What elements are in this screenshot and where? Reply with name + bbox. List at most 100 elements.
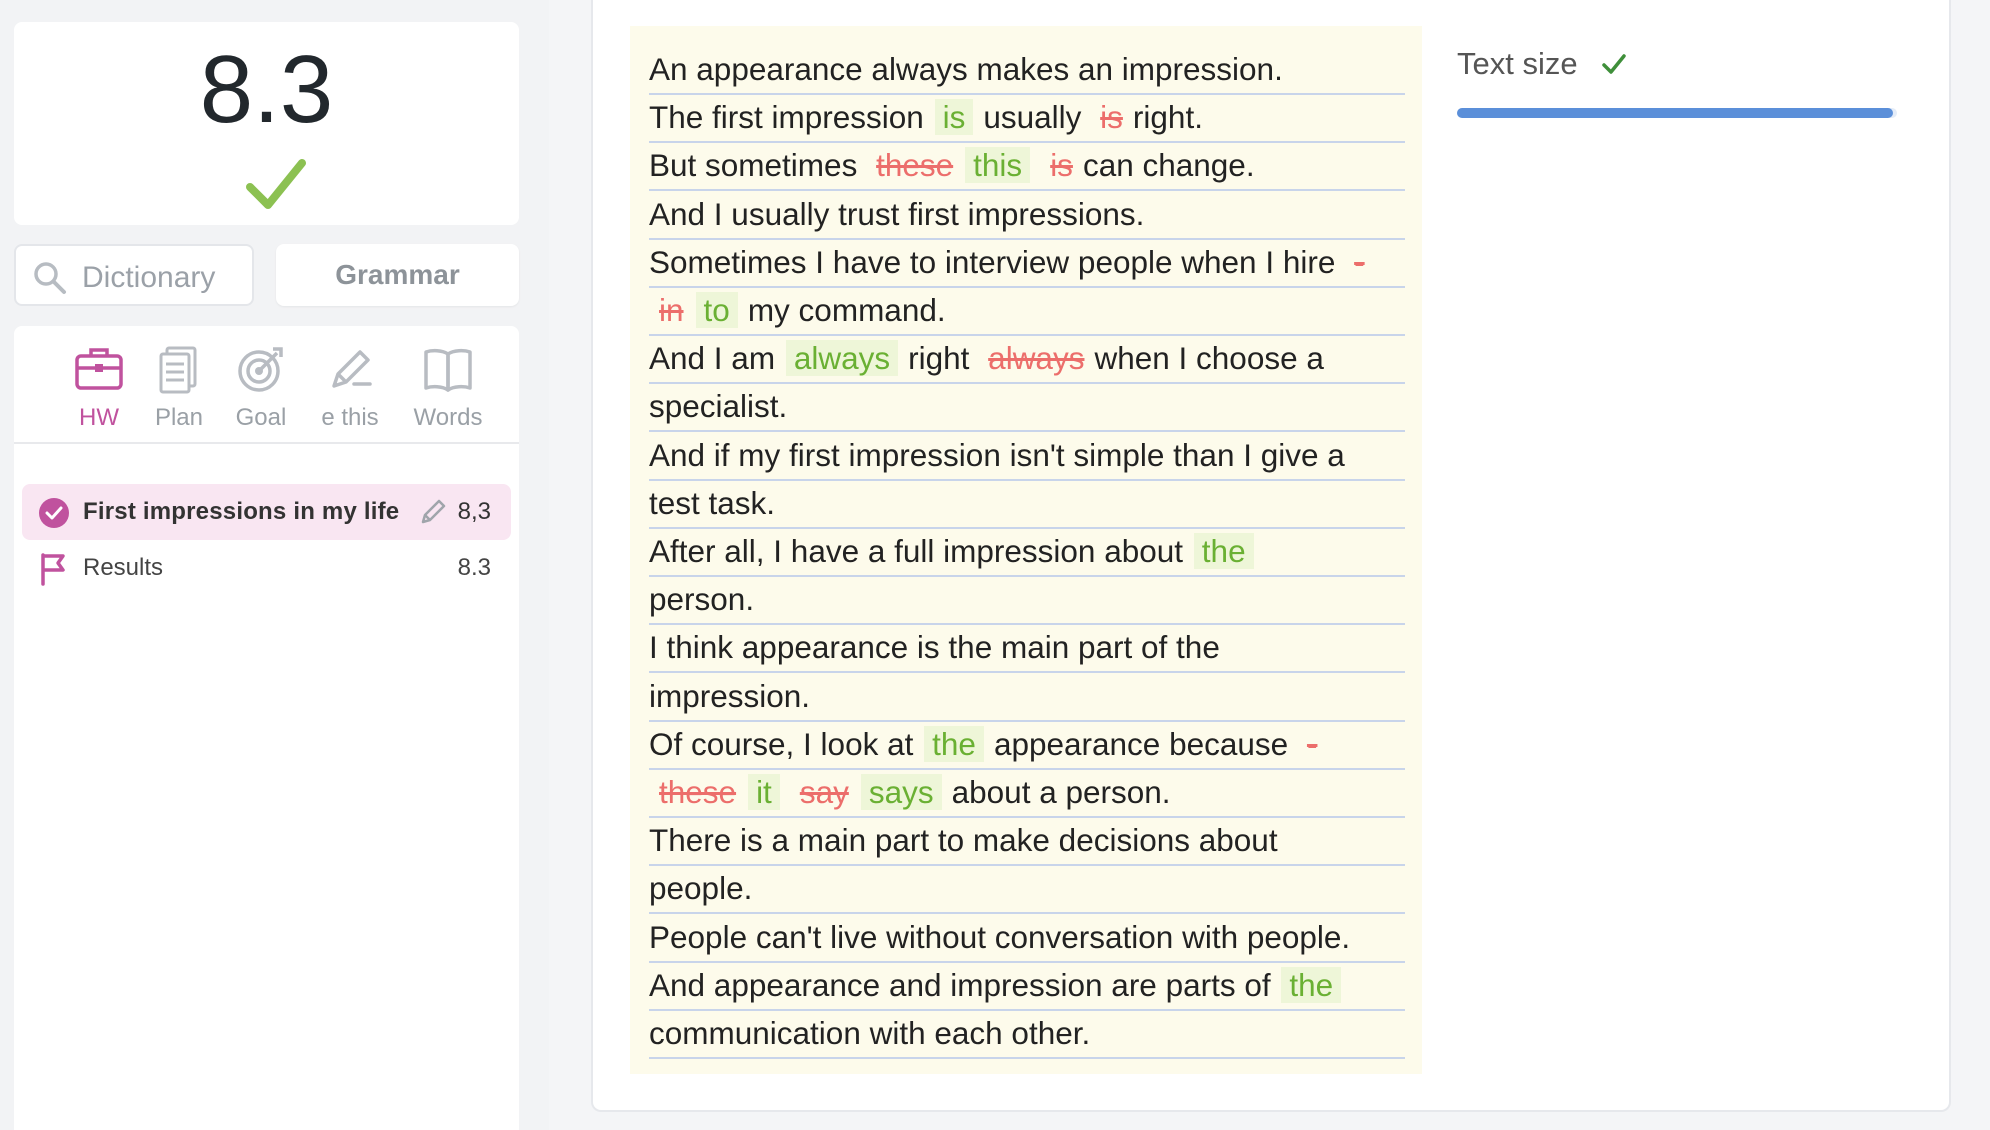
- essay-line: Of course, I look at the appearance becau…: [649, 721, 1405, 770]
- essay-text: People can't live without conversation w…: [649, 918, 1351, 955]
- pencil-icon: [332, 350, 372, 388]
- tab-hw[interactable]: HW: [53, 344, 145, 432]
- text-size-label: Text size: [1457, 46, 1578, 81]
- corrected-essay: An appearance always makes an impression…: [630, 26, 1422, 1074]
- briefcase-icon: [75, 348, 123, 390]
- book-icon: [424, 348, 472, 392]
- essay-text: communication with each other.: [649, 1015, 1091, 1051]
- correction-delete: in: [659, 292, 684, 328]
- document-icon: [159, 346, 197, 394]
- essay-text: impression.: [649, 677, 811, 714]
- essay-line: people.: [649, 865, 1405, 915]
- essay-line: An appearance always makes an impression…: [649, 46, 1405, 95]
- results-label: Results: [83, 554, 164, 581]
- tab-write[interactable]: e this: [304, 344, 396, 432]
- correction-delete: always: [988, 340, 1085, 377]
- essay-line: in to my command.: [649, 287, 1405, 336]
- essay-line: There is a main part to make decisions a…: [649, 817, 1405, 867]
- essay-line: And appearance and impression are parts …: [649, 962, 1405, 1011]
- correction-delete: these: [876, 147, 954, 184]
- text-size-slider[interactable]: [1457, 108, 1897, 118]
- lesson-title: First impressions in my life: [83, 498, 400, 525]
- essay-text: And appearance and impression are parts …: [649, 966, 1271, 1003]
- correction-insert: says: [860, 774, 942, 810]
- essay-text: test task.: [649, 484, 776, 521]
- lesson-score: 8,3: [457, 498, 491, 525]
- dictionary-label: Dictionary: [82, 261, 216, 294]
- correction-delete: -: [1306, 725, 1318, 762]
- correction-insert: the: [1281, 966, 1342, 1003]
- panel-tabs: HW Plan Goal e this Words: [14, 326, 519, 444]
- essay-text: right.: [1132, 99, 1203, 136]
- tab-goal-label: Goal: [235, 404, 287, 431]
- essay-text: my command.: [747, 292, 946, 328]
- tab-goal[interactable]: Goal: [215, 344, 307, 432]
- essay-line: After all, I have a full impression abou…: [649, 528, 1405, 577]
- correction-insert: the: [1193, 533, 1254, 569]
- correction-delete: these: [659, 774, 737, 810]
- essay-text: appearance because: [993, 725, 1289, 762]
- left-column: 8.3 Dictionary Grammar HW Plan Goal e th…: [0, 0, 549, 1130]
- tab-plan-label: Plan: [154, 404, 204, 431]
- correction-delete: -: [1354, 243, 1365, 280]
- search-icon: [34, 262, 66, 294]
- essay-text: An appearance always makes an impression…: [649, 51, 1283, 87]
- tab-hw-label: HW: [79, 404, 119, 431]
- text-size-slider-fill[interactable]: [1457, 108, 1893, 118]
- score-card: 8.3: [14, 22, 519, 225]
- essay-line: test task.: [649, 480, 1405, 529]
- essay-line: specialist.: [649, 383, 1405, 433]
- essay-line: impression.: [649, 673, 1405, 722]
- essay-line: Sometimes I have to interview people whe…: [649, 239, 1405, 288]
- essay-text: I think appearance is the main part of t…: [649, 629, 1220, 666]
- tab-write-label: e this: [321, 404, 379, 431]
- essay-text: specialist.: [649, 388, 788, 425]
- results-item[interactable]: Results 8.3: [22, 544, 511, 594]
- grammar-button[interactable]: Grammar: [276, 244, 519, 306]
- essay-text: And I usually trust first impressions.: [649, 195, 1145, 232]
- essay-line: person.: [649, 576, 1405, 626]
- essay-text: Of course, I look at: [649, 725, 914, 762]
- results-score: 8.3: [457, 554, 491, 581]
- dictionary-search-button[interactable]: Dictionary: [14, 244, 254, 306]
- essay-text: person.: [649, 581, 755, 618]
- correction-insert: it: [748, 774, 780, 810]
- correction-insert: is: [934, 99, 974, 136]
- correction-insert: this: [965, 147, 1031, 184]
- essay-text: usually: [983, 99, 1082, 136]
- overall-score: 8.3: [199, 36, 334, 143]
- essay-line: And I usually trust first impressions.: [649, 191, 1405, 240]
- essay-text: people.: [649, 870, 753, 907]
- tab-words[interactable]: Words: [402, 344, 494, 432]
- tab-words-label: Words: [413, 404, 483, 431]
- essay-text: about a person.: [951, 774, 1171, 810]
- essay-line: communication with each other.: [649, 1010, 1405, 1059]
- checkmark-icon: [1602, 54, 1626, 74]
- essay-line: But sometimes these this is can change.: [649, 142, 1405, 192]
- essay-text: when I choose a: [1094, 340, 1324, 377]
- correction-insert: always: [785, 340, 899, 377]
- essay-text: There is a main part to make decisions a…: [649, 822, 1278, 859]
- flag-icon: [41, 553, 65, 586]
- lessons-panel: HW Plan Goal e this Words: [14, 326, 519, 1130]
- lesson-item-active[interactable]: First impressions in my life 8,3: [22, 484, 511, 540]
- correction-insert: the: [924, 725, 984, 762]
- grammar-label: Grammar: [335, 259, 460, 290]
- correction-delete: is: [1050, 147, 1073, 184]
- target-icon: [238, 347, 283, 392]
- essay-text: right: [908, 340, 970, 377]
- essay-line: The first impression is usually is right.: [649, 94, 1405, 144]
- essay-text: But sometimes: [649, 147, 858, 184]
- edit-icon[interactable]: [418, 497, 448, 527]
- essay-line: I think appearance is the main part of t…: [649, 624, 1405, 674]
- essay-text: Sometimes I have to interview people whe…: [649, 243, 1336, 280]
- essay-line: And I am always right always when I choose…: [649, 335, 1405, 385]
- correction-delete: say: [799, 774, 849, 810]
- essay-line: these it say says about a person.: [649, 769, 1405, 818]
- correction-insert: to: [695, 292, 738, 328]
- correction-delete: is: [1100, 99, 1123, 136]
- essay-text: The first impression: [649, 99, 924, 136]
- tab-plan[interactable]: Plan: [133, 344, 225, 432]
- essay-text: And I am: [649, 340, 776, 377]
- checkmark-icon: [246, 159, 306, 209]
